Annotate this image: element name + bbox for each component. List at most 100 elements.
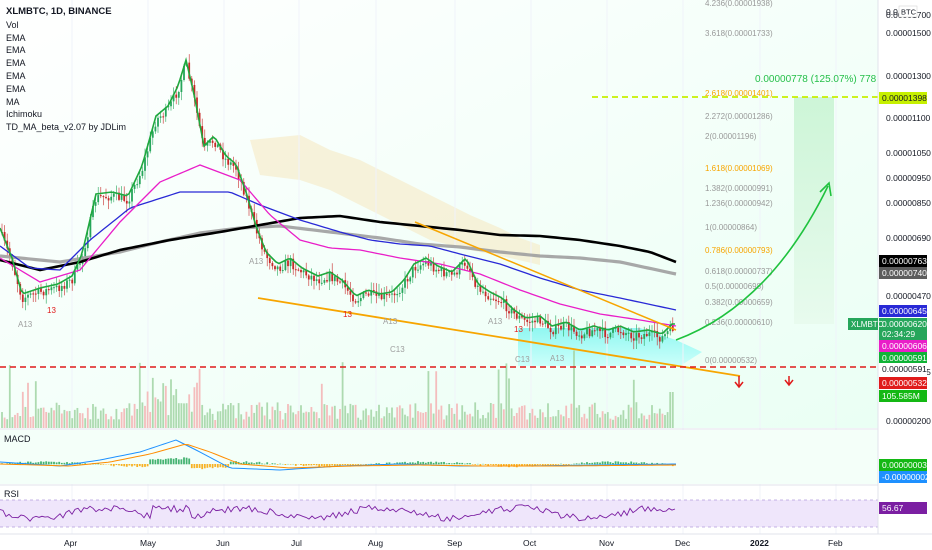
fib-level-label: 1.618(0.00001069) xyxy=(705,164,773,173)
time-tick-label: Apr xyxy=(64,538,77,548)
volume-bar xyxy=(476,409,479,428)
candle-body xyxy=(307,275,310,280)
macd-bar xyxy=(53,461,55,465)
td-label: 13 xyxy=(343,310,352,319)
volume-bar xyxy=(183,403,185,428)
volume-bar xyxy=(593,402,596,428)
macd-bar xyxy=(588,463,591,465)
volume-bar xyxy=(547,403,549,428)
candle-body xyxy=(141,170,144,176)
volume-bar xyxy=(315,412,318,428)
candle-body xyxy=(29,293,32,295)
volume-bar xyxy=(432,413,435,428)
volume-bar xyxy=(227,405,230,428)
time-tick-label: Sep xyxy=(447,538,462,548)
candle-body xyxy=(406,279,409,282)
macd-bar xyxy=(560,463,562,465)
macd-bar xyxy=(261,463,263,465)
macd-bar xyxy=(456,462,458,465)
macd-bar xyxy=(313,464,315,466)
indicator-ema[interactable]: EMA xyxy=(6,70,126,83)
fib-level-label: 0.786(0.00000793) xyxy=(705,246,773,255)
price-tick-label: 0.00001100 xyxy=(886,113,931,123)
candle-body xyxy=(328,271,331,282)
volume-bar xyxy=(99,410,102,428)
volume-bar xyxy=(300,405,302,428)
indicator-ma[interactable]: MA xyxy=(6,96,126,109)
macd-bar xyxy=(203,464,206,469)
candle-body xyxy=(575,331,578,336)
indicator-ema[interactable]: EMA xyxy=(6,44,126,57)
price-tick-label: 0.00000690 xyxy=(886,233,931,243)
candle-body xyxy=(526,319,529,322)
candle-body xyxy=(313,275,315,282)
macd-bar xyxy=(469,463,471,465)
volume-bar xyxy=(305,411,308,428)
indicator-ema[interactable]: EMA xyxy=(6,57,126,70)
macd-bar xyxy=(458,462,461,465)
volume-bar xyxy=(268,419,271,428)
macd-bar xyxy=(250,462,253,465)
candle-body xyxy=(562,322,565,330)
candle-body xyxy=(224,158,227,160)
volume-bar xyxy=(229,403,232,428)
indicator-vol[interactable]: Vol xyxy=(6,19,126,32)
volume-bar xyxy=(346,413,349,428)
indicator-ema[interactable]: EMA xyxy=(6,32,126,45)
macd-bar xyxy=(229,461,232,465)
macd-bar xyxy=(271,463,274,465)
macd-bar xyxy=(310,464,313,466)
macd-bar xyxy=(523,464,526,466)
candle-body xyxy=(79,263,81,265)
macd-bar xyxy=(466,463,469,465)
macd-bar xyxy=(149,459,152,465)
candle-body xyxy=(21,294,24,302)
indicator-ichimoku[interactable]: Ichimoku xyxy=(6,108,126,121)
macd-bar xyxy=(193,464,196,469)
volume-bar xyxy=(242,419,245,428)
volume-bar xyxy=(427,371,430,428)
volume-bar xyxy=(359,419,362,428)
candle-body xyxy=(84,248,87,257)
volume-bar xyxy=(307,412,310,428)
candle-body xyxy=(339,281,341,283)
volume-bar xyxy=(8,365,11,428)
price-badge-label: 0.00000620 xyxy=(882,319,927,329)
rsi-label[interactable]: RSI xyxy=(4,489,19,499)
volume-bar xyxy=(115,408,118,428)
macd-label[interactable]: MACD xyxy=(4,434,31,444)
price-chart[interactable]: 4.236(0.00001938)3.618(0.00001733)2.618(… xyxy=(0,0,932,550)
candle-body xyxy=(323,280,326,283)
macd-bar xyxy=(583,463,586,465)
indicator-ema[interactable]: EMA xyxy=(6,83,126,96)
candle-body xyxy=(157,117,159,127)
macd-bar xyxy=(159,459,162,465)
volume-bar xyxy=(580,417,583,428)
candle-body xyxy=(549,327,552,333)
td-label: 13 xyxy=(47,306,56,315)
volume-bar xyxy=(21,391,24,428)
volume-bar xyxy=(469,413,471,428)
candle-body xyxy=(107,198,110,201)
volume-bar xyxy=(261,406,263,428)
volume-bar xyxy=(666,412,669,428)
macd-bar xyxy=(125,464,128,467)
volume-bar xyxy=(120,412,123,428)
volume-bar xyxy=(167,415,170,428)
volume-bar xyxy=(606,412,609,428)
symbol-title[interactable]: XLMBTC, 1D, BINANCE xyxy=(6,6,126,19)
indicator-td-ma[interactable]: TD_MA_beta_v2.07 by JDLim xyxy=(6,121,126,134)
volume-bar xyxy=(133,403,136,428)
volume-bar xyxy=(526,419,529,428)
volume-bar xyxy=(154,397,157,428)
candle-body xyxy=(385,294,388,296)
candle-body xyxy=(333,276,336,282)
volume-bar xyxy=(55,402,58,428)
fib-level-label: 4.236(0.00001938) xyxy=(705,0,773,8)
macd-bar xyxy=(190,464,193,469)
volume-bar xyxy=(34,381,37,428)
fib-level-label: 1(0.00000864) xyxy=(705,223,757,232)
volume-bar xyxy=(557,409,560,428)
candle-body xyxy=(578,335,581,337)
target-box xyxy=(794,97,834,324)
